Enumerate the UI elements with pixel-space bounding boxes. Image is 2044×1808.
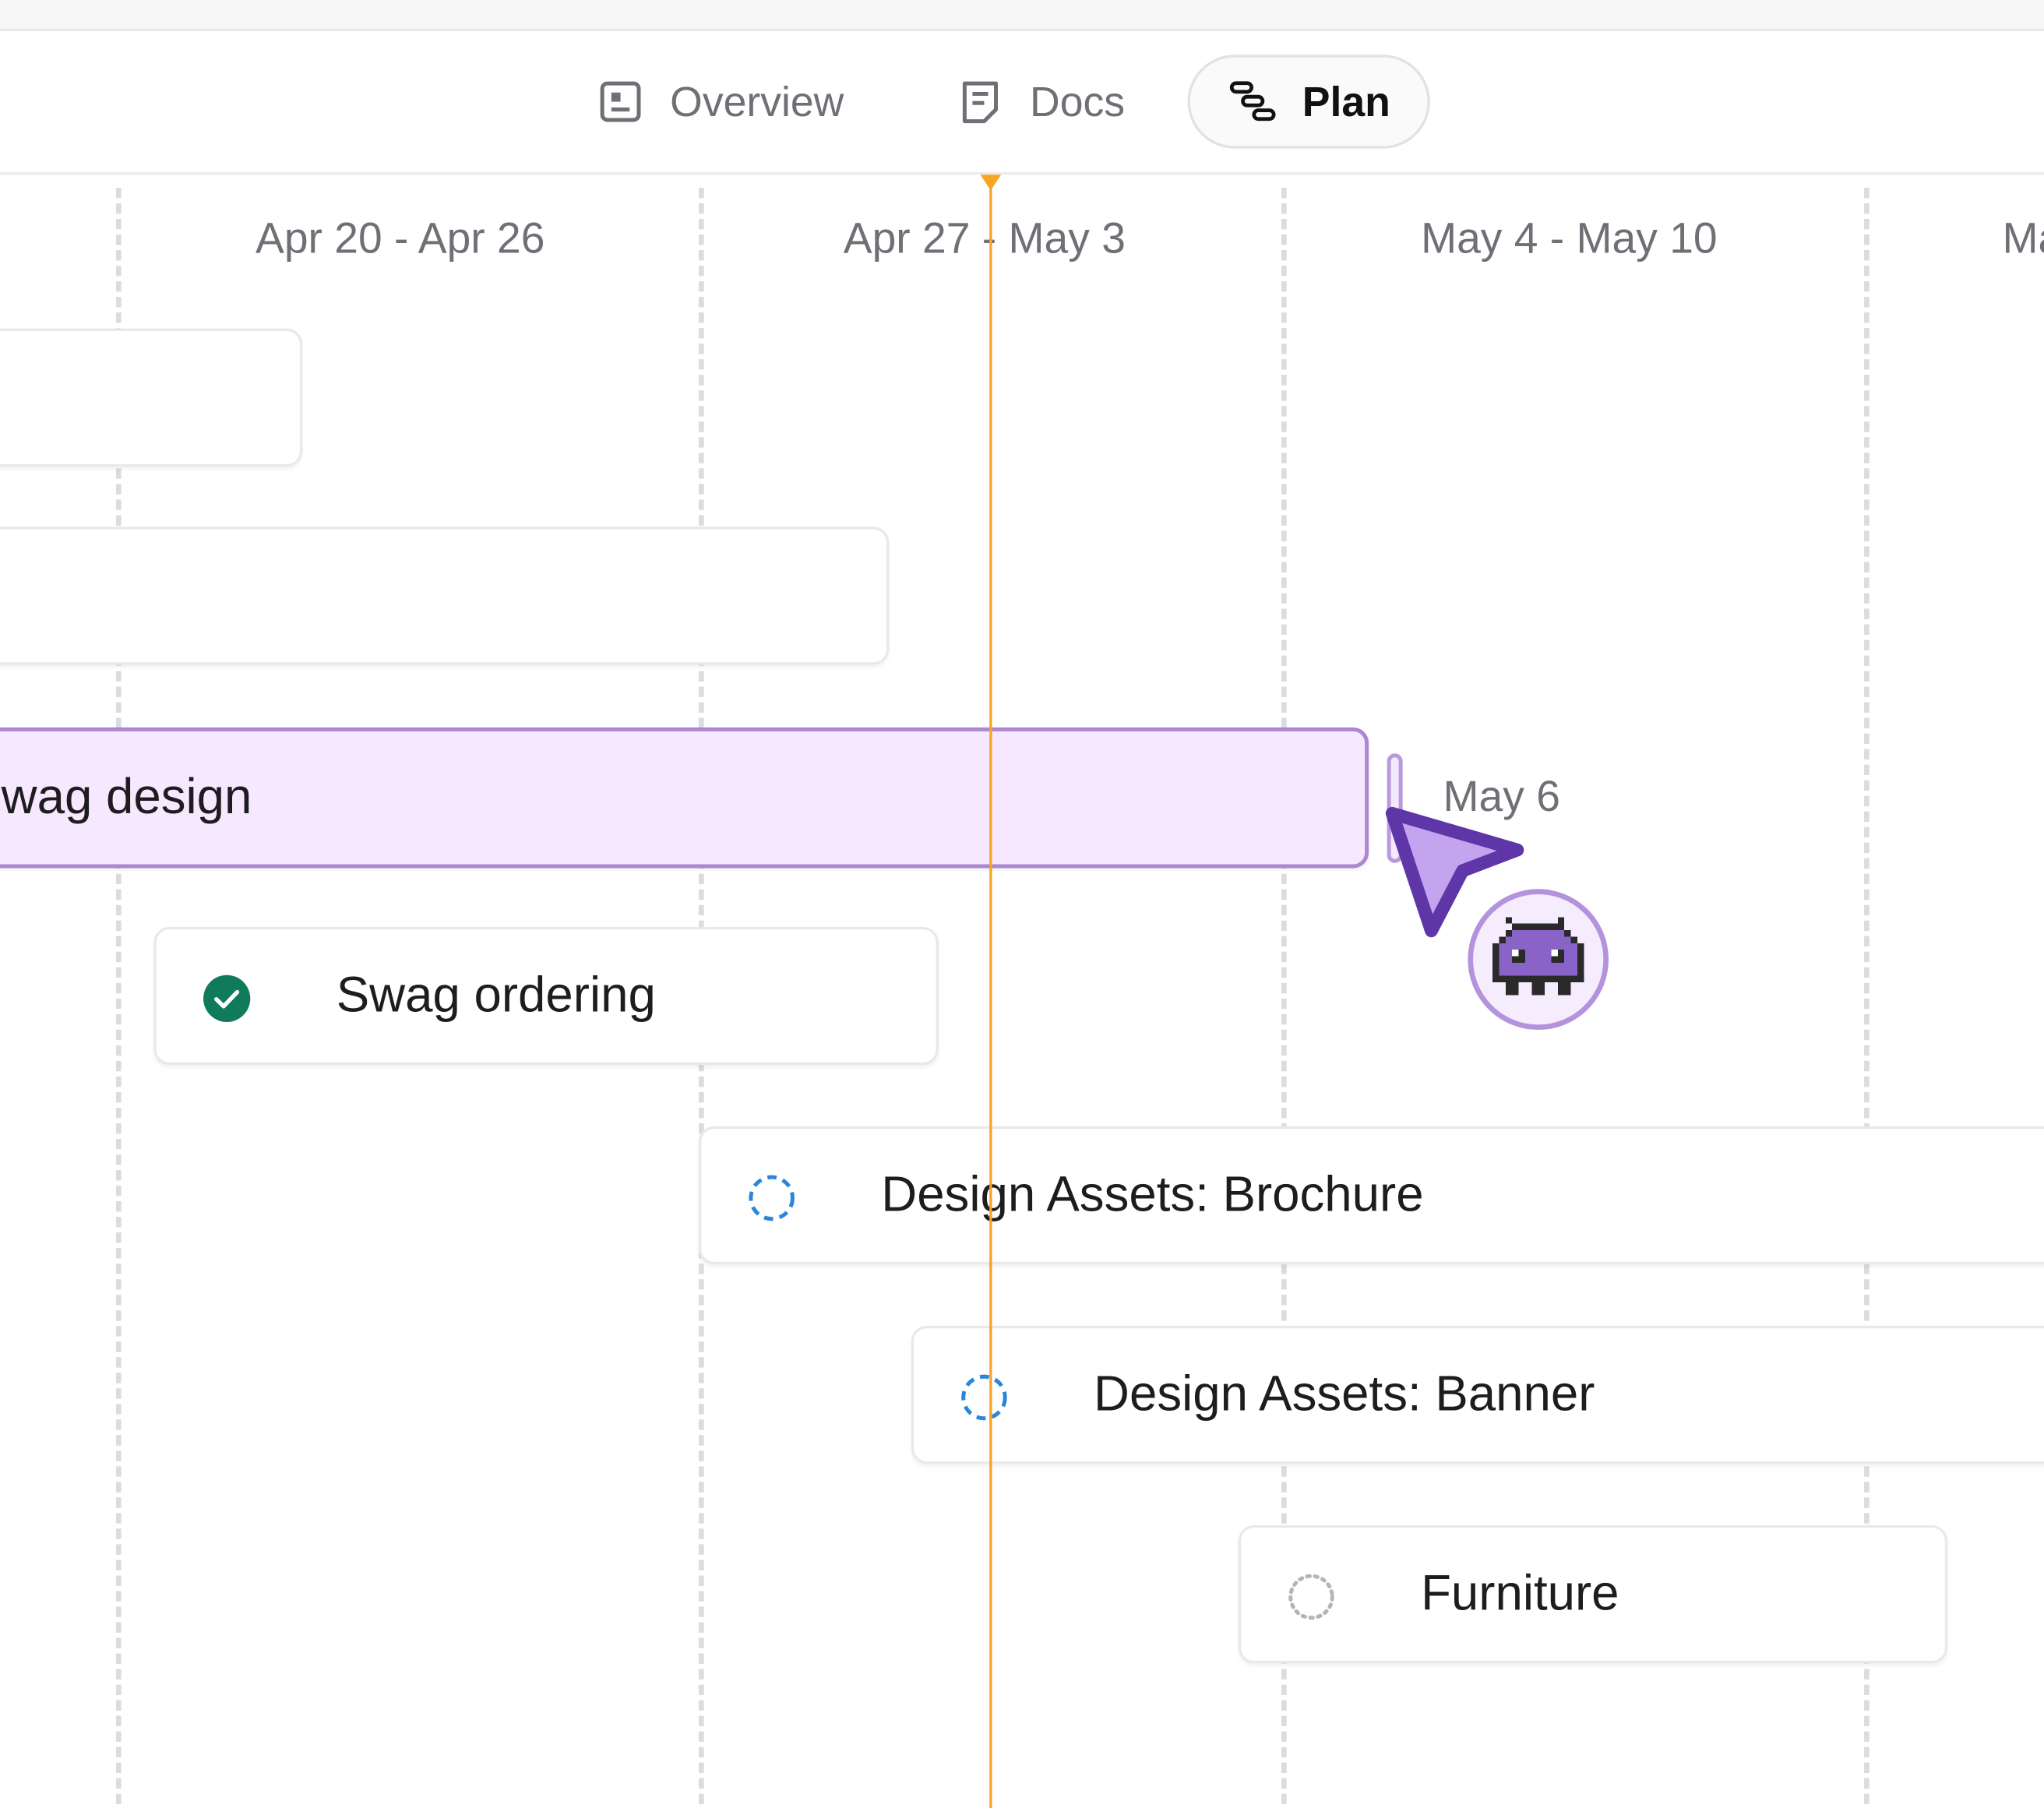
gantt-timeline[interactable]: Apr 20 - Apr 26 Apr 27 - May 3 May 4 - M… <box>0 174 2044 1808</box>
pixel-monster-icon <box>1492 917 1584 996</box>
overview-icon <box>597 78 643 125</box>
status-in-progress-icon[interactable] <box>958 1371 1010 1423</box>
week-label: Apr 27 - May 3 <box>843 213 1126 263</box>
task-label: Design Assets: Brochure <box>881 1167 1424 1222</box>
today-marker-cap <box>980 174 1002 191</box>
tab-docs[interactable]: Docs <box>957 55 1125 148</box>
tab-docs-label: Docs <box>1030 77 1126 125</box>
task-bar[interactable]: Design Assets: Banner <box>911 1325 2044 1464</box>
task-bar[interactable]: Design Assets: Brochure <box>698 1126 2044 1265</box>
task-label: Swag ordering <box>336 967 656 1023</box>
task-bar[interactable]: Furniture <box>1238 1524 1948 1664</box>
week-label: Ma <box>2002 213 2044 263</box>
task-bar-selected[interactable]: wag design <box>0 727 1369 869</box>
status-not-started-icon[interactable] <box>1285 1571 1337 1623</box>
task-bar[interactable] <box>0 328 303 467</box>
collaborator-avatar[interactable] <box>1468 889 1609 1031</box>
tab-overview[interactable]: Overview <box>597 55 844 148</box>
task-label: Furniture <box>1421 1566 1619 1621</box>
week-label: May 4 - May 10 <box>1421 213 1718 263</box>
tab-plan-label: Plan <box>1302 77 1390 125</box>
tab-plan[interactable]: Plan <box>1187 55 1430 149</box>
doc-icon <box>957 78 1003 125</box>
window-top-strip <box>0 0 2044 32</box>
week-label: Apr 20 - Apr 26 <box>256 213 545 263</box>
tab-overview-label: Overview <box>670 77 844 125</box>
task-label: wag design <box>1 770 252 825</box>
status-done-icon[interactable] <box>201 972 253 1024</box>
app-root: Overview Docs Plan Apr 20 - Apr 26 Apr 2… <box>0 0 2044 1808</box>
status-in-progress-icon[interactable] <box>745 1172 798 1224</box>
task-bar[interactable]: Swag ordering <box>153 926 939 1066</box>
task-bar[interactable] <box>0 527 890 665</box>
task-label: Design Assets: Banner <box>1094 1366 1595 1422</box>
plan-icon <box>1229 78 1276 125</box>
today-marker <box>989 174 992 1808</box>
project-tab-bar: Overview Docs Plan <box>0 31 2044 175</box>
